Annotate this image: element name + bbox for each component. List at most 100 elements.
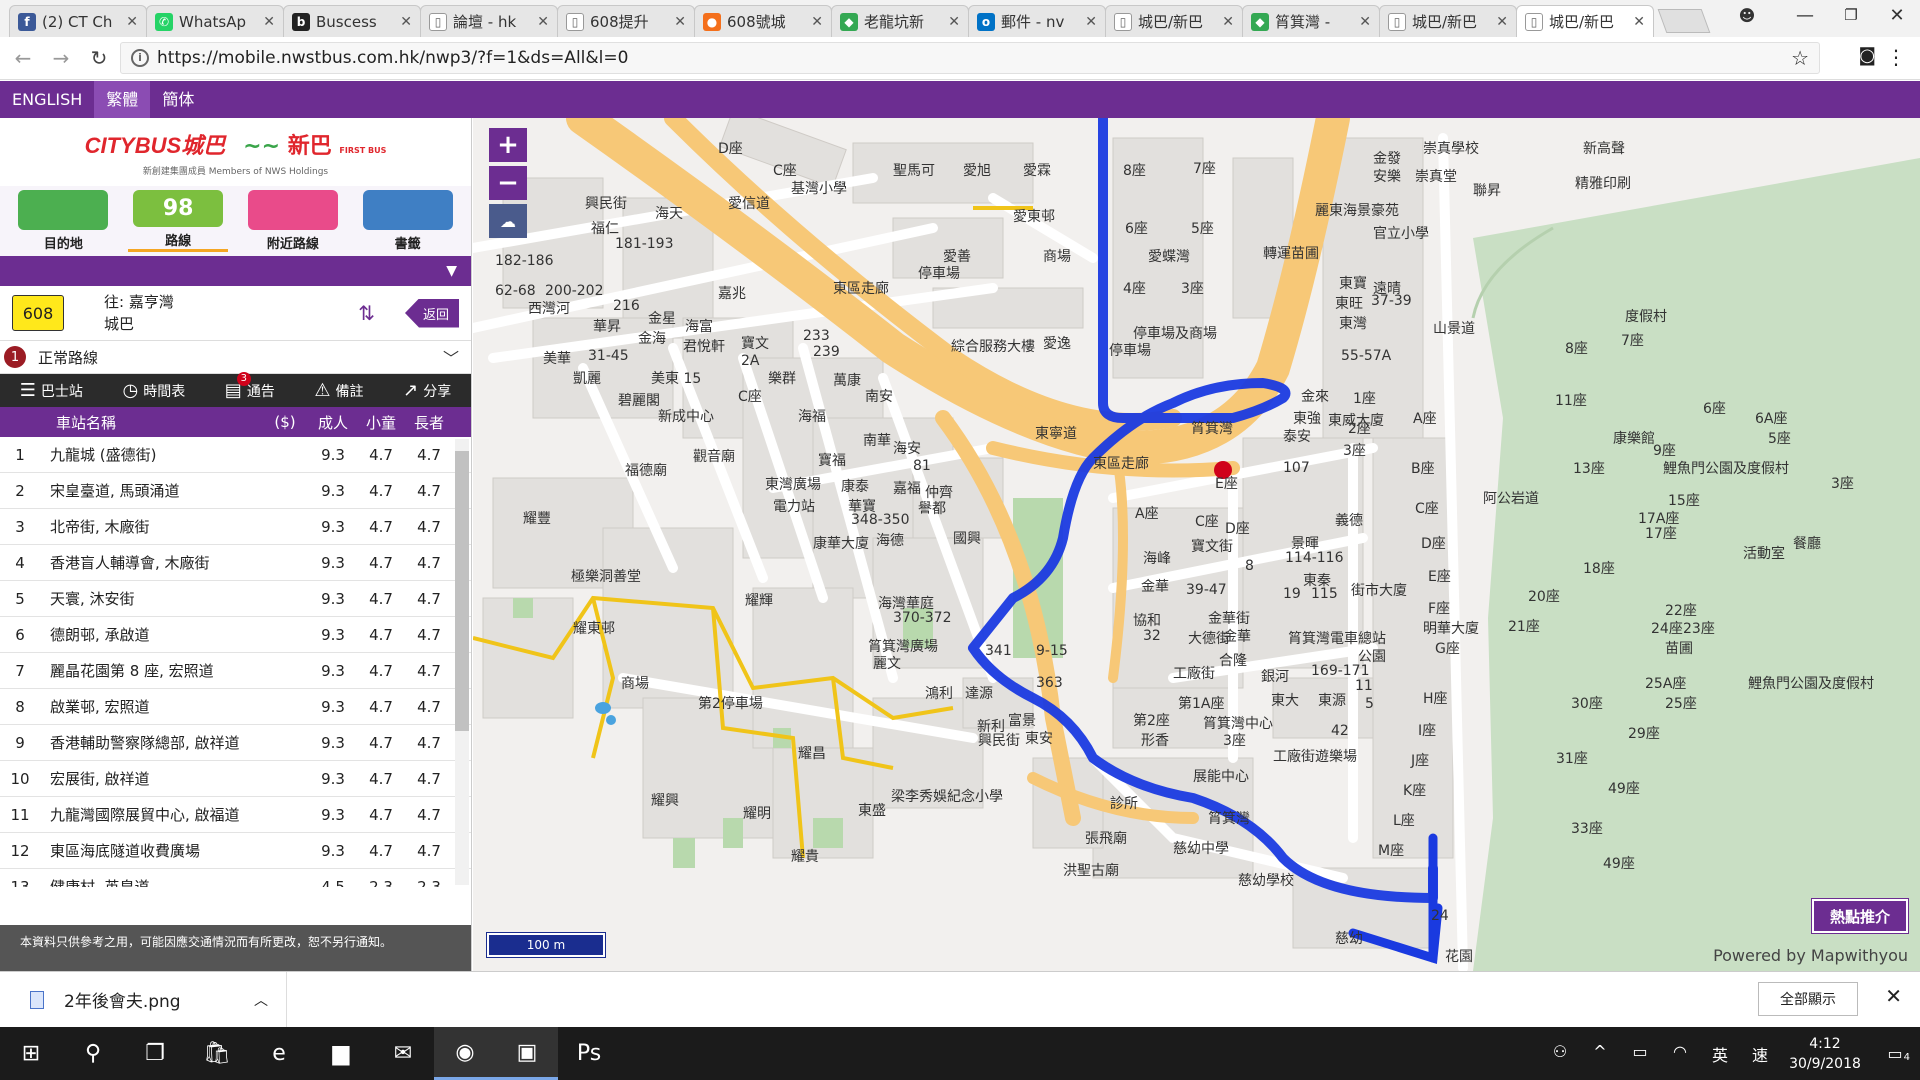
table-row[interactable]: 4 香港盲人輔導會, 木廠街 9.3 4.7 4.7 (0, 545, 471, 581)
browser-tab[interactable]: ▯ 城巴/新巴 ✕ (1105, 5, 1243, 37)
file-explorer-icon[interactable]: ▆ (310, 1027, 372, 1080)
mail-icon[interactable]: ✉ (372, 1027, 434, 1080)
table-row[interactable]: 6 德朗邨, 承啟道 9.3 4.7 4.7 (0, 617, 471, 653)
windows-start-icon[interactable]: ⊞ (0, 1027, 62, 1080)
table-row[interactable]: 13 健康村, 英皇道 4.5 2.3 2.3 (0, 869, 471, 888)
table-row[interactable]: 3 北帝街, 木廠街 9.3 4.7 4.7 (0, 509, 471, 545)
browser-tab[interactable]: ◆ 老龍坑新 ✕ (831, 5, 969, 37)
function-button[interactable]: 書籤 (358, 190, 458, 252)
close-tab-icon[interactable]: ✕ (400, 14, 412, 30)
show-all-downloads-button[interactable]: 全部顯示 (1758, 982, 1858, 1016)
close-tab-icon[interactable]: ✕ (537, 14, 549, 30)
wifi-icon[interactable]: ◠ (1660, 1042, 1700, 1066)
site-info-icon[interactable]: i (131, 49, 149, 67)
back-button[interactable]: ← (8, 46, 38, 70)
extension-icon[interactable]: ◙ (1859, 45, 1876, 66)
function-button[interactable]: 目的地 (13, 190, 113, 252)
people-icon[interactable]: ⚇ (1540, 1042, 1580, 1066)
close-tab-icon[interactable]: ✕ (126, 14, 138, 30)
terminal-app-icon[interactable]: ▣ (496, 1027, 558, 1080)
reload-button[interactable]: ↻ (84, 46, 114, 70)
clock[interactable]: 4:12 30/9/2018 (1780, 1034, 1870, 1074)
table-row[interactable]: 5 天寰, 沐安街 9.3 4.7 4.7 (0, 581, 471, 617)
table-row[interactable]: 11 九龍灣國際展貿中心, 啟福道 9.3 4.7 4.7 (0, 797, 471, 833)
collapse-bar[interactable]: ▼ (0, 256, 471, 286)
photoshop-icon[interactable]: Ps (558, 1027, 620, 1080)
bookmark-star-icon[interactable]: ☆ (1791, 46, 1809, 70)
download-item[interactable]: 2年後會夫.png ︿ (0, 971, 287, 1028)
battery-icon[interactable]: ▭ (1620, 1042, 1660, 1066)
map-place-label: 耀昌 (798, 746, 826, 762)
close-tab-icon[interactable]: ✕ (674, 14, 686, 30)
scrollbar-thumb[interactable] (455, 451, 469, 731)
fare-child: 4.7 (369, 625, 393, 644)
browser-tab[interactable]: ◆ 筲箕灣 - ✕ (1242, 5, 1380, 37)
forward-button[interactable]: → (46, 46, 76, 70)
browser-tab[interactable]: ✆ WhatsAp ✕ (146, 5, 284, 37)
url-input[interactable]: i https://mobile.nwstbus.com.hk/nwp3/?f=… (120, 42, 1820, 74)
table-row[interactable]: 7 麗晶花園第 8 座, 宏照道 9.3 4.7 4.7 (0, 653, 471, 689)
table-row[interactable]: 2 宋皇臺道, 馬頭涌道 9.3 4.7 4.7 (0, 473, 471, 509)
language-option[interactable]: ENGLISH (0, 81, 94, 118)
close-tab-icon[interactable]: ✕ (1222, 14, 1234, 30)
zoom-in-button[interactable]: + (489, 128, 527, 162)
task-view-icon[interactable]: ❐ (124, 1027, 186, 1080)
store-icon[interactable]: 🛍 (186, 1027, 248, 1080)
new-tab-button[interactable] (1657, 9, 1711, 33)
browser-tab[interactable]: ▯ 論壇 - hk ✕ (420, 5, 558, 37)
toolbar-button[interactable]: ☰ 巴士站 (20, 380, 83, 401)
close-tab-icon[interactable]: ✕ (948, 14, 960, 30)
ime-speed-icon[interactable]: 速 (1740, 1042, 1780, 1066)
table-row[interactable]: 1 九龍城 (盛德街) 9.3 4.7 4.7 (0, 437, 471, 473)
function-button[interactable]: 98 路線 (128, 190, 229, 252)
toolbar-button[interactable]: ⚠ 備註 (314, 380, 363, 401)
swap-direction-icon[interactable]: ⇅ (358, 301, 375, 325)
close-tab-icon[interactable]: ✕ (1633, 14, 1645, 30)
toolbar-button[interactable]: ◷ 時間表 (123, 380, 186, 401)
table-row[interactable]: 8 啟業邨, 宏照道 9.3 4.7 4.7 (0, 689, 471, 725)
table-row[interactable]: 12 東區海底隧道收費廣場 9.3 4.7 4.7 (0, 833, 471, 869)
hot-spot-button[interactable]: 熱點推介 (1811, 898, 1909, 934)
map-layer-toggle-icon[interactable]: ☁ (489, 204, 527, 238)
route-variant-select[interactable]: 1 正常路線 ﹀ (0, 341, 471, 374)
language-option[interactable]: 繁體 (94, 81, 151, 118)
chevron-up-icon[interactable]: ︿ (254, 990, 268, 1010)
table-row[interactable]: 10 宏展街, 啟祥道 9.3 4.7 4.7 (0, 761, 471, 797)
collapse-chevron-icon[interactable]: ▼ (446, 263, 457, 279)
close-tab-icon[interactable]: ✕ (1496, 14, 1508, 30)
fare-child: 4.7 (369, 553, 393, 572)
browser-tab[interactable]: b Buscess ✕ (283, 5, 421, 37)
maximize-button[interactable]: ❐ (1828, 0, 1874, 30)
browser-tab[interactable]: ▯ 608提升 ✕ (557, 5, 695, 37)
language-option[interactable]: 簡体 (150, 81, 206, 118)
toolbar-button[interactable]: ↗ 分享 (403, 380, 451, 401)
close-tab-icon[interactable]: ✕ (811, 14, 823, 30)
chrome-icon[interactable]: ◉ (434, 1027, 496, 1080)
tray-expand-icon[interactable]: ^ (1580, 1042, 1620, 1066)
close-tab-icon[interactable]: ✕ (1359, 14, 1371, 30)
chrome-menu-icon[interactable]: ⋮ (1886, 45, 1906, 69)
close-tab-icon[interactable]: ✕ (263, 14, 275, 30)
close-download-bar-icon[interactable]: ✕ (1885, 984, 1902, 1008)
browser-tab[interactable]: ▯ 城巴/新巴 ✕ (1379, 5, 1517, 37)
browser-tab[interactable]: o 郵件 - nv ✕ (968, 5, 1106, 37)
browser-tab[interactable]: ● 608號城 ✕ (694, 5, 832, 37)
search-icon[interactable]: ⚲ (62, 1027, 124, 1080)
ime-mode-icon[interactable]: 英 (1700, 1042, 1740, 1066)
minimize-button[interactable]: — (1782, 0, 1828, 30)
browser-tab[interactable]: f (2) CT Ch ✕ (9, 5, 147, 37)
function-button[interactable]: 附近路線 (243, 190, 343, 252)
zoom-out-button[interactable]: − (489, 166, 527, 200)
toolbar-button[interactable]: ▤ 3 通告 (225, 372, 275, 401)
edge-icon[interactable]: e (248, 1027, 310, 1080)
browser-tab[interactable]: ▯ 城巴/新巴 ✕ (1516, 5, 1654, 37)
profile-icon[interactable]: ☻ (1724, 0, 1770, 30)
close-tab-icon[interactable]: ✕ (1085, 14, 1097, 30)
map-place-label: 寶福 (818, 453, 846, 469)
notification-center-icon[interactable]: ▭ 4 (1870, 1044, 1920, 1063)
back-link-button[interactable]: 返回 (404, 298, 459, 328)
route-map[interactable]: 聖馬可 愛旭 愛霖 基灣小學 C座 D座 愛信道 愛東邨 商場 愛善 停車場 8座 7座 6座 5座 愛蝶灣 4… (473, 118, 1920, 971)
table-row[interactable]: 9 香港輔助警察隊總部, 啟祥道 9.3 4.7 4.7 (0, 725, 471, 761)
function-label: 附近路線 (266, 237, 319, 252)
close-window-button[interactable]: ✕ (1874, 0, 1920, 30)
